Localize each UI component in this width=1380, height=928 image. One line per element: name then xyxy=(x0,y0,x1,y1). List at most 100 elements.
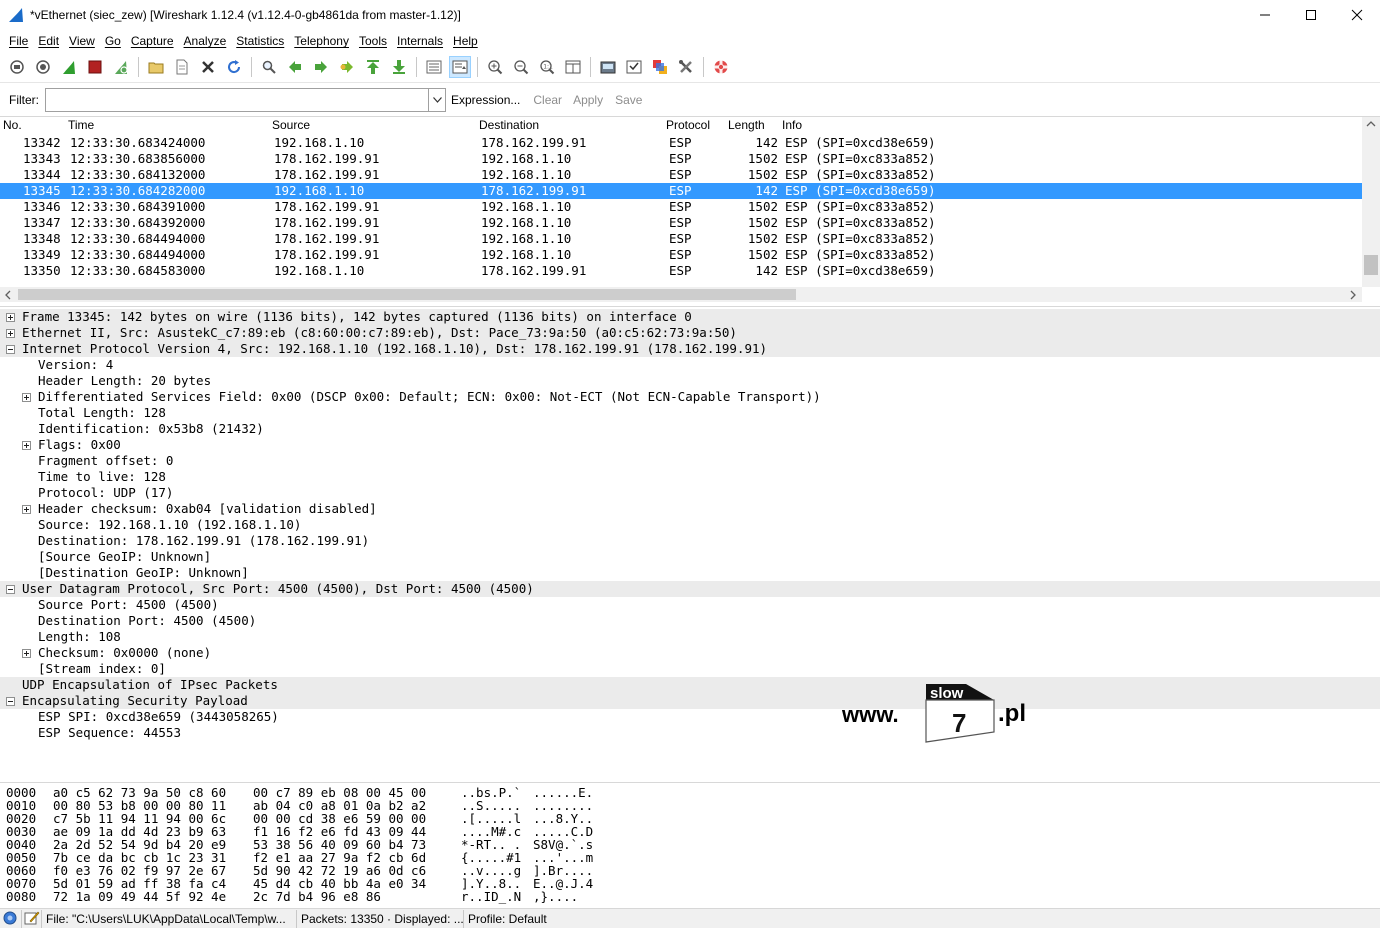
menu-capture[interactable]: Capture xyxy=(126,34,179,48)
detail-tree-header[interactable]: UDP Encapsulation of IPsec Packets xyxy=(0,677,1380,693)
menu-telephony[interactable]: Telephony xyxy=(289,34,354,48)
filter-save-button[interactable]: Save xyxy=(615,93,642,107)
menu-help[interactable]: Help xyxy=(448,34,483,48)
detail-tree-item[interactable]: Time to live: 128 xyxy=(0,469,1380,485)
collapse-minus-icon[interactable] xyxy=(6,585,15,594)
detail-tree-header[interactable]: Frame 13345: 142 bytes on wire (1136 bit… xyxy=(0,309,1380,325)
maximize-button[interactable] xyxy=(1288,0,1334,30)
minimize-button[interactable] xyxy=(1242,0,1288,30)
collapse-minus-icon[interactable] xyxy=(6,697,15,706)
menu-analyze[interactable]: Analyze xyxy=(179,34,232,48)
detail-tree-item[interactable]: Destination Port: 4500 (4500) xyxy=(0,613,1380,629)
vscroll-thumb[interactable] xyxy=(1364,255,1378,275)
save-file-button[interactable] xyxy=(171,56,193,78)
go-to-packet-button[interactable] xyxy=(336,56,358,78)
packet-row[interactable]: 13344 12:33:30.684132000 178.162.199.91 192… xyxy=(0,167,1362,183)
colorize-button[interactable] xyxy=(423,56,445,78)
detail-tree-item[interactable]: Total Length: 128 xyxy=(0,405,1380,421)
collapse-minus-icon[interactable] xyxy=(6,345,15,354)
detail-tree-item[interactable]: Version: 4 xyxy=(0,357,1380,373)
packet-list-vscrollbar[interactable] xyxy=(1362,117,1380,287)
detail-tree-item[interactable]: Checksum: 0x0000 (none) xyxy=(0,645,1380,661)
scroll-left-icon[interactable] xyxy=(5,290,11,300)
display-filters-button[interactable] xyxy=(623,56,645,78)
expand-plus-icon[interactable] xyxy=(22,393,31,402)
help-button[interactable] xyxy=(710,56,732,78)
packet-list-hscrollbar[interactable] xyxy=(0,287,1362,302)
packet-row[interactable]: 13349 12:33:30.684494000 178.162.199.91 192… xyxy=(0,247,1362,263)
packet-row[interactable]: 13350 12:33:30.684583000 192.168.1.10 178.1… xyxy=(0,263,1362,279)
packet-row[interactable]: 13348 12:33:30.684494000 178.162.199.91 192… xyxy=(0,231,1362,247)
detail-tree-item[interactable]: Header Length: 20 bytes xyxy=(0,373,1380,389)
scroll-right-icon[interactable] xyxy=(1350,290,1356,300)
find-packet-button[interactable] xyxy=(258,56,280,78)
packet-row-selected[interactable]: 13345 12:33:30.684282000 192.168.1.10 178.1… xyxy=(0,183,1362,199)
detail-tree-item[interactable]: Source Port: 4500 (4500) xyxy=(0,597,1380,613)
scroll-up-icon[interactable] xyxy=(1366,121,1376,127)
detail-tree-item[interactable]: Fragment offset: 0 xyxy=(0,453,1380,469)
expand-plus-icon[interactable] xyxy=(6,313,15,322)
column-header-time[interactable]: Time xyxy=(68,118,94,132)
zoom-in-button[interactable] xyxy=(484,56,506,78)
close-button[interactable] xyxy=(1334,0,1380,30)
filter-apply-button[interactable]: Apply xyxy=(573,93,603,107)
capture-filters-button[interactable] xyxy=(597,56,619,78)
options-button[interactable] xyxy=(32,56,54,78)
packet-row[interactable]: 13342 12:33:30.683424000 192.168.1.10 178.1… xyxy=(0,135,1362,151)
expand-plus-icon[interactable] xyxy=(22,441,31,450)
open-file-button[interactable] xyxy=(145,56,167,78)
filter-expression-button[interactable]: Expression... xyxy=(451,93,520,107)
menu-view[interactable]: View xyxy=(64,34,100,48)
detail-tree-item[interactable]: ESP Sequence: 44553 xyxy=(0,725,1380,741)
expert-info-button[interactable] xyxy=(0,909,22,928)
detail-tree-header[interactable]: User Datagram Protocol, Src Port: 4500 (… xyxy=(0,581,1380,597)
detail-tree-header[interactable]: Encapsulating Security Payload xyxy=(0,693,1380,709)
preferences-button[interactable] xyxy=(675,56,697,78)
normal-size-button[interactable]: 1:1 xyxy=(536,56,558,78)
hscroll-thumb[interactable] xyxy=(18,289,796,300)
comments-button[interactable] xyxy=(22,909,42,928)
menu-edit[interactable]: Edit xyxy=(33,34,64,48)
hex-row[interactable]: 0080 72 1a 09 49 44 5f 92 4e 2c 7d b4 96 e… xyxy=(0,890,700,903)
column-header-protocol[interactable]: Protocol xyxy=(666,118,710,132)
detail-tree-item[interactable]: [Destination GeoIP: Unknown] xyxy=(0,565,1380,581)
detail-tree-item[interactable]: Source: 192.168.1.10 (192.168.1.10) xyxy=(0,517,1380,533)
menu-file[interactable]: File xyxy=(4,34,33,48)
stop-capture-button[interactable] xyxy=(84,56,106,78)
filter-clear-button[interactable]: Clear xyxy=(533,93,562,107)
column-header-destination[interactable]: Destination xyxy=(479,118,539,132)
detail-tree-header[interactable]: Internet Protocol Version 4, Src: 192.16… xyxy=(0,341,1380,357)
detail-tree-item[interactable]: Identification: 0x53b8 (21432) xyxy=(0,421,1380,437)
expand-plus-icon[interactable] xyxy=(22,505,31,514)
start-capture-button[interactable] xyxy=(58,56,80,78)
detail-tree-item[interactable]: Header checksum: 0xab04 [validation disa… xyxy=(0,501,1380,517)
packet-row[interactable]: 13347 12:33:30.684392000 178.162.199.91 192… xyxy=(0,215,1362,231)
zoom-out-button[interactable] xyxy=(510,56,532,78)
filter-dropdown-button[interactable] xyxy=(429,88,446,112)
restart-capture-button[interactable] xyxy=(110,56,132,78)
interfaces-button[interactable] xyxy=(6,56,28,78)
detail-tree-item[interactable]: ESP SPI: 0xcd38e659 (3443058265) xyxy=(0,709,1380,725)
menu-internals[interactable]: Internals xyxy=(392,34,448,48)
detail-tree-item[interactable]: Protocol: UDP (17) xyxy=(0,485,1380,501)
coloring-rules-button[interactable] xyxy=(649,56,671,78)
expand-plus-icon[interactable] xyxy=(22,649,31,658)
detail-tree-item[interactable]: Flags: 0x00 xyxy=(0,437,1380,453)
go-forward-button[interactable] xyxy=(310,56,332,78)
packet-row[interactable]: 13346 12:33:30.684391000 178.162.199.91 192… xyxy=(0,199,1362,215)
filter-input[interactable] xyxy=(45,88,429,112)
detail-tree-item[interactable]: Destination: 178.162.199.91 (178.162.199… xyxy=(0,533,1380,549)
go-first-button[interactable] xyxy=(362,56,384,78)
close-file-button[interactable] xyxy=(197,56,219,78)
go-last-button[interactable] xyxy=(388,56,410,78)
detail-tree-item[interactable]: Differentiated Services Field: 0x00 (DSC… xyxy=(0,389,1380,405)
status-profile[interactable]: Profile: Default xyxy=(464,910,551,928)
resize-columns-button[interactable] xyxy=(562,56,584,78)
column-header-info[interactable]: Info xyxy=(782,118,802,132)
go-back-button[interactable] xyxy=(284,56,306,78)
menu-go[interactable]: Go xyxy=(100,34,126,48)
column-header-source[interactable]: Source xyxy=(272,118,310,132)
menu-statistics[interactable]: Statistics xyxy=(231,34,289,48)
detail-tree-header[interactable]: Ethernet II, Src: AsustekC_c7:89:eb (c8:… xyxy=(0,325,1380,341)
column-header-no[interactable]: No. xyxy=(3,118,22,132)
